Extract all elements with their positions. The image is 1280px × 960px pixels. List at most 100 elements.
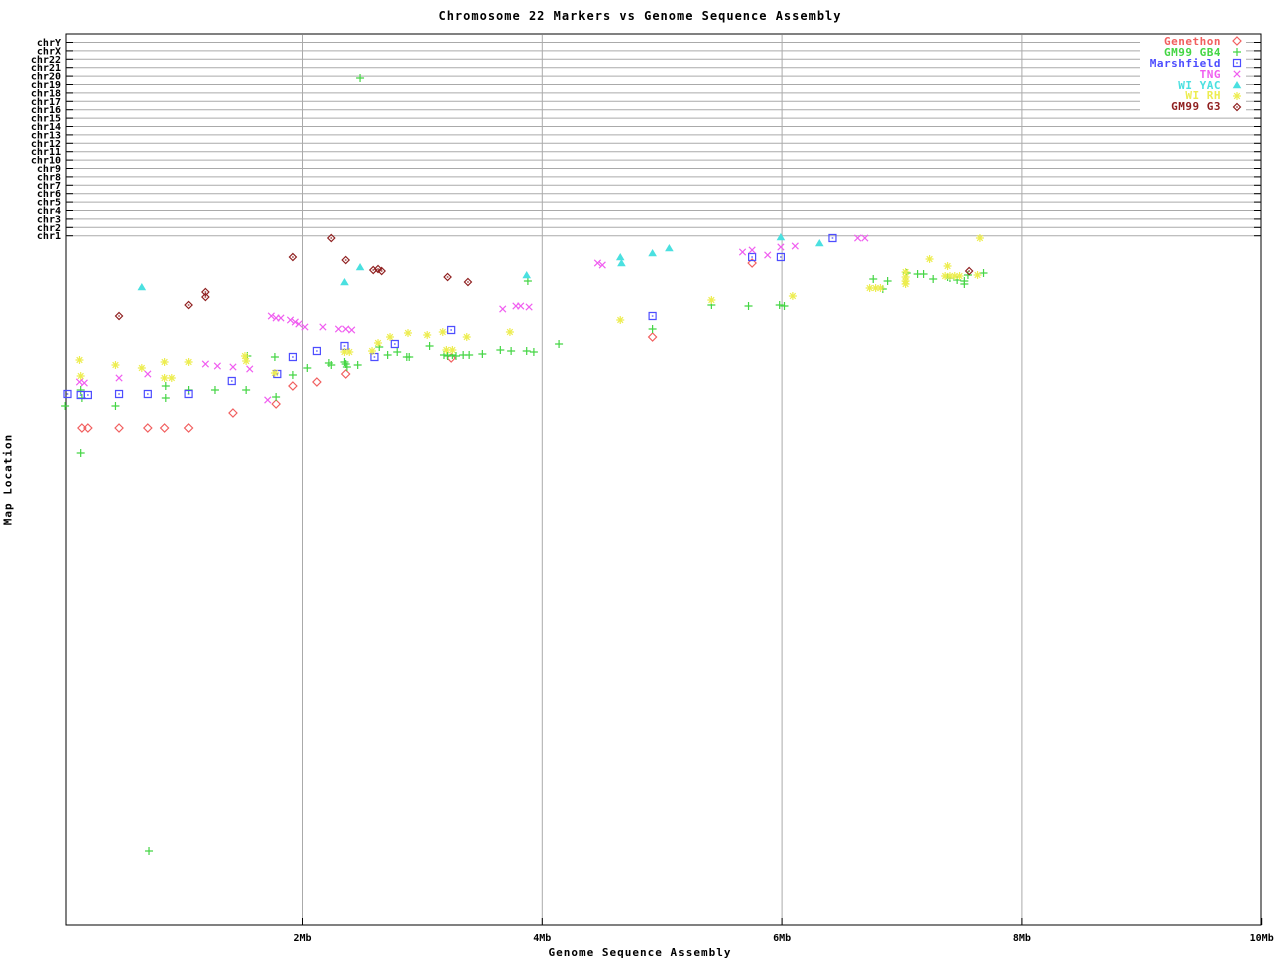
gm99-gb4-point [478,350,487,358]
wi-rh-point [386,333,395,341]
gm99-gb4-point [353,361,362,369]
wi-rh-point [167,374,176,382]
tng-point [334,325,343,333]
tng-point [517,302,525,310]
gm99-gb4-point [210,386,219,394]
gm99-g3-point [964,266,974,276]
gm99-gb4-point [529,348,538,356]
wi-rh-point [137,364,146,372]
genethon-point [183,423,194,433]
gm99-gb4-point [303,364,312,372]
gm99-gb4-point [270,353,279,361]
legend-marker-icon [1232,102,1242,112]
legend-label: GM99 G3 [1171,100,1221,114]
marshfield-point [648,311,657,321]
gm99-gb4-point [555,340,564,348]
gm99-gb4-point [919,270,928,278]
gm99-g3-point [201,287,210,297]
wi-yac-point [665,244,674,252]
wi-rh-point [925,255,934,263]
wi-rh-point [423,331,432,339]
gm99-gb4-point [425,342,434,350]
tng-point [748,246,756,254]
wi-rh-point [505,328,514,336]
gm99-gb4-point [356,74,365,82]
tng-point [319,323,327,331]
gm99-g3-point [341,255,351,265]
wi-yac-point [814,239,824,247]
gm99-g3-point [201,292,210,302]
gm99-gb4-point [465,351,474,359]
gm99-gb4-point [883,277,892,285]
x-tick-label: 6Mb [773,933,791,944]
tng-point [229,363,237,371]
y-axis-title: Map Location [1,433,15,526]
tng-point [144,370,152,378]
wi-yac-point [615,253,625,261]
chart-canvas: Chromosome 22 Markers vs Genome Sequence… [0,0,1280,960]
gm99-gb4-point [161,382,170,390]
gm99-gb4-point [648,325,657,333]
wi-yac-point [137,283,147,291]
genethon-point [340,369,351,379]
gm99-gb4-point [451,352,460,360]
gm99-g3-point [114,311,124,321]
genethon-point [142,423,153,433]
wi-rh-point [943,262,952,270]
gm99-gb4-point [76,449,85,457]
tng-point [525,303,533,311]
genethon-point [159,423,170,433]
gm99-g3-point [463,277,473,287]
tng-point [201,360,210,368]
gm99-gb4-point [61,402,70,410]
wi-rh-point [975,234,984,242]
genethon-point [288,381,298,391]
marshfield-point [390,339,399,349]
legend-row: Marshfield [1150,57,1244,70]
gm99-gb4-point [383,351,392,359]
gm99-gb4-point [443,352,452,360]
wi-rh-point [368,347,377,355]
genethon-point [271,399,281,409]
x-tick-label: 2Mb [293,933,311,944]
marshfield-point [114,389,124,399]
gm99-gb4-point [522,347,531,355]
tng-point [277,314,285,322]
tng-point [264,396,272,404]
gm99-gb4-point [288,371,297,379]
tng-point [115,374,123,382]
legend-row: GM99 G3 [1150,100,1244,114]
x-tick-label: 8Mb [1013,933,1031,944]
wi-rh-point [876,284,885,292]
gm99-gb4-point [111,402,120,410]
wi-rh-point [616,316,625,324]
gm99-gb4-point [929,275,938,283]
marshfield-point [63,389,72,399]
genethon-point [647,332,658,342]
gm99-gb4-point [272,393,281,401]
x-tick-label: 10Mb [1250,933,1274,944]
wi-rh-point [973,271,982,279]
gm99-gb4-point [393,348,402,356]
gm99-gb4-point [979,269,988,277]
gm99-gb4-point [161,394,170,402]
wi-rh-point [242,357,251,365]
marshfield-point [227,376,236,386]
tng-point [791,242,799,250]
wi-rh-point [184,358,193,366]
tng-point [738,248,747,256]
tng-point [777,243,785,251]
marshfield-point [447,325,456,335]
wi-yac-point [776,233,786,241]
tng-point [764,251,772,259]
wi-rh-point [270,369,279,377]
tng-point [499,305,507,313]
wi-rh-point [75,356,84,364]
gm99-gb4-point [242,386,251,394]
tng-point [80,379,88,387]
wi-yac-point [340,278,349,286]
wi-rh-point [404,329,413,337]
wi-rh-point [955,272,964,280]
gm99-gb4-point [145,847,154,855]
gm99-gb4-point [744,302,753,310]
